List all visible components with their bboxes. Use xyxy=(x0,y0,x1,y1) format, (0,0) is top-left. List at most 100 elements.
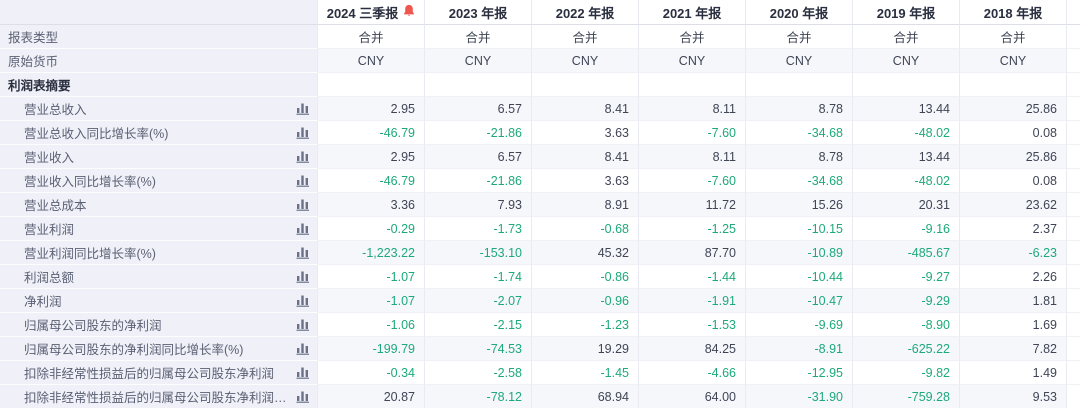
cell-value: -1.06 xyxy=(318,313,425,337)
cell-value: 13.44 xyxy=(853,145,960,169)
cell-value xyxy=(853,73,960,97)
row-label-cell: 营业总收入 xyxy=(0,97,318,121)
table-row: 利润表摘要 xyxy=(0,73,1080,97)
cell-value: 合并 xyxy=(425,25,532,49)
row-label: 营业总收入 xyxy=(24,99,293,118)
cell-value: 合并 xyxy=(532,25,639,49)
bar-chart-icon[interactable] xyxy=(293,341,313,357)
cell-value: -74.53 xyxy=(425,337,532,361)
cell-value: CNY xyxy=(960,49,1067,73)
cell-value xyxy=(639,73,746,97)
row-label: 归属母公司股东的净利润 xyxy=(24,315,293,334)
cell-value: -7.60 xyxy=(639,169,746,193)
cell-value: -1.74 xyxy=(425,265,532,289)
row-label-cell: 营业利润同比增长率(%) xyxy=(0,241,318,265)
table-row: 营业利润-0.29-1.73-0.68-1.25-10.15-9.162.37 xyxy=(0,217,1080,241)
row-label-cell: 归属母公司股东的净利润同比增长率(%) xyxy=(0,337,318,361)
bar-chart-icon[interactable] xyxy=(293,125,313,141)
bar-chart-icon[interactable] xyxy=(293,317,313,333)
bar-chart-icon[interactable] xyxy=(293,389,313,405)
cell-value: -7.60 xyxy=(639,121,746,145)
bar-chart-icon[interactable] xyxy=(293,245,313,261)
cell-value: 2.37 xyxy=(960,217,1067,241)
row-spacer-cell xyxy=(1067,169,1080,193)
column-header-label: 2021 年报 xyxy=(663,3,722,22)
cell-value: -0.68 xyxy=(532,217,639,241)
row-label: 营业总收入同比增长率(%) xyxy=(24,123,293,142)
column-header-2019: 2019 年报 xyxy=(853,0,960,25)
bar-chart-icon[interactable] xyxy=(293,197,313,213)
row-spacer-cell xyxy=(1067,217,1080,241)
column-header-2022: 2022 年报 xyxy=(532,0,639,25)
cell-value: -0.29 xyxy=(318,217,425,241)
row-spacer-cell xyxy=(1067,25,1080,49)
bar-chart-icon[interactable] xyxy=(293,173,313,189)
cell-value: 8.11 xyxy=(639,97,746,121)
cell-value: -9.29 xyxy=(853,289,960,313)
bar-chart-icon[interactable] xyxy=(293,269,313,285)
cell-value: 2.95 xyxy=(318,97,425,121)
column-header-2023: 2023 年报 xyxy=(425,0,532,25)
cell-value: -153.10 xyxy=(425,241,532,265)
cell-value: 23.62 xyxy=(960,193,1067,217)
row-spacer-cell xyxy=(1067,121,1080,145)
bar-chart-icon[interactable] xyxy=(293,221,313,237)
bar-chart-icon[interactable] xyxy=(293,365,313,381)
row-label: 营业利润同比增长率(%) xyxy=(24,243,293,262)
cell-value: -625.22 xyxy=(853,337,960,361)
cell-value: -9.82 xyxy=(853,361,960,385)
row-label-cell: 营业收入 xyxy=(0,145,318,169)
cell-value: CNY xyxy=(746,49,853,73)
row-spacer-cell xyxy=(1067,241,1080,265)
cell-value: -31.90 xyxy=(746,385,853,408)
column-header-label: 2018 年报 xyxy=(984,3,1043,22)
row-label-cell: 报表类型 xyxy=(0,25,318,49)
table-row: 归属母公司股东的净利润同比增长率(%)-199.79-74.5319.2984.… xyxy=(0,337,1080,361)
cell-value: -1.44 xyxy=(639,265,746,289)
table-row: 扣除非经常性损益后的归属母公司股东净利润同比增...20.87-78.1268.… xyxy=(0,385,1080,408)
cell-value: 68.94 xyxy=(532,385,639,408)
cell-value: 15.26 xyxy=(746,193,853,217)
cell-value: 64.00 xyxy=(639,385,746,408)
cell-value: 13.44 xyxy=(853,97,960,121)
column-header-label: 2024 三季报 xyxy=(327,3,399,22)
cell-value: CNY xyxy=(532,49,639,73)
table-row: 利润总额-1.07-1.74-0.86-1.44-10.44-9.272.26 xyxy=(0,265,1080,289)
row-label: 扣除非经常性损益后的归属母公司股东净利润同比增... xyxy=(24,387,293,406)
row-spacer-cell xyxy=(1067,265,1080,289)
bar-chart-icon[interactable] xyxy=(293,293,313,309)
row-label-cell: 原始货币 xyxy=(0,49,318,73)
row-spacer-cell xyxy=(1067,289,1080,313)
cell-value: 3.63 xyxy=(532,121,639,145)
cell-value xyxy=(960,73,1067,97)
column-header-label: 2022 年报 xyxy=(556,3,615,22)
bar-chart-icon[interactable] xyxy=(293,101,313,117)
row-label-cell: 营业总收入同比增长率(%) xyxy=(0,121,318,145)
cell-value: 45.32 xyxy=(532,241,639,265)
cell-value: 7.93 xyxy=(425,193,532,217)
cell-value: -21.86 xyxy=(425,169,532,193)
cell-value: 8.41 xyxy=(532,97,639,121)
table-body: 报表类型合并合并合并合并合并合并合并原始货币CNYCNYCNYCNYCNYCNY… xyxy=(0,25,1080,408)
cell-value: -34.68 xyxy=(746,169,853,193)
cell-value: 合并 xyxy=(853,25,960,49)
row-label: 报表类型 xyxy=(8,27,317,46)
cell-value xyxy=(425,73,532,97)
column-header-label: 2019 年报 xyxy=(877,3,936,22)
cell-value: 8.78 xyxy=(746,145,853,169)
alert-bell-icon[interactable] xyxy=(403,4,415,20)
cell-value: -199.79 xyxy=(318,337,425,361)
row-spacer-cell xyxy=(1067,73,1080,97)
table-row: 扣除非经常性损益后的归属母公司股东净利润-0.34-2.58-1.45-4.66… xyxy=(0,361,1080,385)
row-spacer-cell xyxy=(1067,193,1080,217)
cell-value: CNY xyxy=(318,49,425,73)
cell-value: -485.67 xyxy=(853,241,960,265)
cell-value: 2.95 xyxy=(318,145,425,169)
cell-value: -0.86 xyxy=(532,265,639,289)
cell-value: -12.95 xyxy=(746,361,853,385)
bar-chart-icon[interactable] xyxy=(293,149,313,165)
cell-value: -1.23 xyxy=(532,313,639,337)
header-row: 2024 三季报2023 年报2022 年报2021 年报2020 年报2019… xyxy=(0,0,1080,25)
cell-value: 0.08 xyxy=(960,169,1067,193)
table-row: 净利润-1.07-2.07-0.96-1.91-10.47-9.291.81 xyxy=(0,289,1080,313)
